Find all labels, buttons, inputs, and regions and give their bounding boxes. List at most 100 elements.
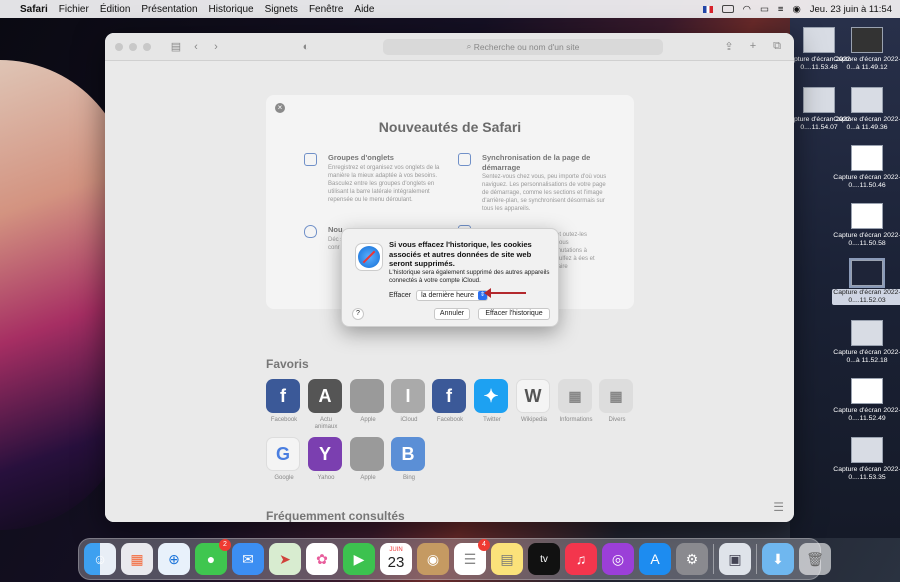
menu-view[interactable]: Présentation [141, 4, 197, 15]
menu-window[interactable]: Fenêtre [309, 4, 343, 15]
favorite-apple[interactable]: Apple [350, 379, 386, 424]
privacy-shield-icon[interactable]: ◐ [299, 41, 313, 53]
messages-icon[interactable]: ● 2 [195, 539, 231, 575]
tab-overview-icon[interactable]: ⧉ [770, 40, 784, 53]
favorite-divers[interactable]: ▦ Divers [599, 379, 635, 424]
shield-icon [304, 225, 317, 238]
new-tab-icon[interactable]: + [746, 40, 760, 53]
desktop-file[interactable]: Capture d'écran 2022-0....11.53.35 [832, 437, 900, 482]
favorite-label: Yahoo [317, 475, 335, 481]
dock-separator [713, 544, 714, 574]
close-window-button[interactable] [115, 42, 123, 51]
desktop-file[interactable]: Capture d'écran 2022-0...à 11.49.12 [832, 27, 900, 72]
photos-icon[interactable]: ✿ [306, 543, 338, 575]
forward-icon[interactable]: › [209, 41, 223, 53]
system-preferences-icon[interactable]: ⚙ [676, 543, 708, 575]
desktop-file[interactable]: Capture d'écran 2022-0...à 11.52.18 [832, 320, 900, 365]
calendar-icon[interactable]: JUIN 23 [380, 543, 412, 575]
desktop-file[interactable]: Capture d'écran 2022-0....11.52.49 [832, 378, 900, 423]
whats-new-title: Nouveautés de Safari [378, 119, 522, 135]
favorite-label: iCloud [400, 417, 418, 423]
favorite-google[interactable]: G Google [266, 437, 302, 482]
menu-edit[interactable]: Édition [100, 4, 131, 15]
menu-app-name[interactable]: Safari [20, 4, 48, 15]
letter-a-icon: A [308, 379, 342, 413]
favorite-bing[interactable]: B Bing [391, 437, 427, 482]
address-bar[interactable]: ⌕ Recherche ou nom d'un site [383, 38, 663, 55]
calendar-day: 23 [387, 554, 405, 571]
wifi-icon[interactable]: ◠ [743, 4, 751, 15]
reminders-icon[interactable]: ☰ 4 [454, 539, 490, 575]
letter-i-icon: I [391, 379, 425, 413]
downloads-folder-icon[interactable]: ⬇ [762, 543, 794, 575]
trash-icon[interactable]: 🗑 [799, 543, 831, 575]
favorite-icloud[interactable]: I iCloud [391, 379, 427, 424]
safari-compass-icon [355, 243, 383, 271]
apple-tv-icon[interactable]: tv [528, 543, 560, 575]
favorite-informations[interactable]: ▦ Informations [558, 379, 594, 424]
siri-icon[interactable]: ◉ [792, 4, 800, 15]
menu-file[interactable]: Fichier [59, 4, 89, 15]
favorite-label: Wikipedia [520, 417, 547, 423]
desktop-file[interactable]: Capture d'écran 2022-0....11.50.58 [832, 203, 900, 248]
screenshot-thumbnail-icon [851, 203, 883, 229]
zoom-window-button[interactable] [143, 42, 151, 51]
favorite-label: Informations [559, 417, 593, 423]
help-button[interactable]: ? [352, 308, 364, 320]
mail-icon[interactable]: ✉ [232, 543, 264, 575]
menu-bookmarks[interactable]: Signets [265, 4, 298, 15]
google-icon: G [266, 437, 300, 471]
favorite-actu-animaux[interactable]: A Actu animaux [308, 379, 344, 431]
clear-range-select[interactable]: la dernière heure ⇕ [416, 290, 489, 301]
favorite-facebook[interactable]: f Facebook [432, 379, 468, 424]
desktop-file-label: Capture d'écran 2022-0....11.50.46 [833, 174, 900, 189]
desktop-file-selected[interactable]: Capture d'écran 2022-0....11.52.03 [832, 258, 900, 305]
music-icon[interactable]: ♫ [565, 543, 597, 575]
maps-icon[interactable]: ➤ [269, 543, 301, 575]
contacts-icon[interactable]: ◉ [417, 543, 449, 575]
desktop-file[interactable]: Capture d'écran 2022-0....11.50.46 [832, 145, 900, 190]
screenshot-thumbnail-icon [849, 258, 885, 288]
desktop-file[interactable]: Capture d'écran 2022-0...à 11.49.36 [832, 87, 900, 132]
favorites-title: Favoris [266, 357, 309, 371]
desktop-file-label: Capture d'écran 2022-0...à 11.49.36 [833, 116, 900, 131]
desktop-file-label: Capture d'écran 2022-0....11.52.03 [832, 289, 900, 305]
safari-icon[interactable]: ⊕ [158, 543, 190, 575]
close-icon[interactable]: × [275, 103, 285, 113]
minimize-window-button[interactable] [129, 42, 137, 51]
finder-icon[interactable]: ☺ [84, 543, 116, 575]
cancel-button[interactable]: Annuler [434, 308, 470, 320]
menu-help[interactable]: Aide [354, 4, 374, 15]
menu-history[interactable]: Historique [209, 4, 254, 15]
calendar-month: JUIN [389, 547, 403, 553]
favorite-wikipedia[interactable]: W Wikipedia [516, 379, 552, 424]
notes-icon[interactable]: ▤ [491, 543, 523, 575]
search-icon: ⌕ [466, 41, 474, 51]
sidebar-icon[interactable]: ▤ [169, 40, 183, 53]
favorite-yahoo[interactable]: Y Yahoo [308, 437, 344, 482]
app-store-icon[interactable]: A [639, 543, 671, 575]
back-icon[interactable]: ‹ [189, 41, 203, 53]
favorite-apple[interactable]: Apple [350, 437, 386, 482]
battery-icon[interactable] [721, 5, 734, 13]
letter-b-icon: B [391, 437, 425, 471]
launchpad-icon[interactable]: ▦ [121, 543, 153, 575]
screen-mirroring-icon[interactable]: ▭ [760, 4, 769, 15]
menu-clock[interactable]: Jeu. 23 juin à 11:54 [810, 4, 892, 15]
letter-y-icon: Y [308, 437, 342, 471]
desktop-file-label: Capture d'écran 2022-0....11.53.35 [833, 466, 900, 481]
share-icon[interactable]: ⇪ [722, 40, 736, 53]
favorite-twitter[interactable]: ✦ Twitter [474, 379, 510, 424]
clear-history-button[interactable]: Effacer l'historique [478, 308, 550, 320]
facetime-icon[interactable]: ▶ [343, 543, 375, 575]
start-page-settings-icon[interactable]: ☰ [773, 500, 784, 514]
favorite-label: Facebook [270, 417, 298, 423]
control-center-icon[interactable]: ≡ [778, 4, 784, 15]
screenshot-thumbnail-icon [851, 437, 883, 463]
tv-label: tv [540, 553, 548, 565]
flag-icon[interactable] [702, 5, 713, 13]
feature-title: Groupes d'onglets [328, 153, 394, 162]
favorite-facebook[interactable]: f Facebook [266, 379, 302, 424]
podcasts-icon[interactable]: ◎ [602, 543, 634, 575]
preview-icon[interactable]: ▣ [719, 543, 751, 575]
